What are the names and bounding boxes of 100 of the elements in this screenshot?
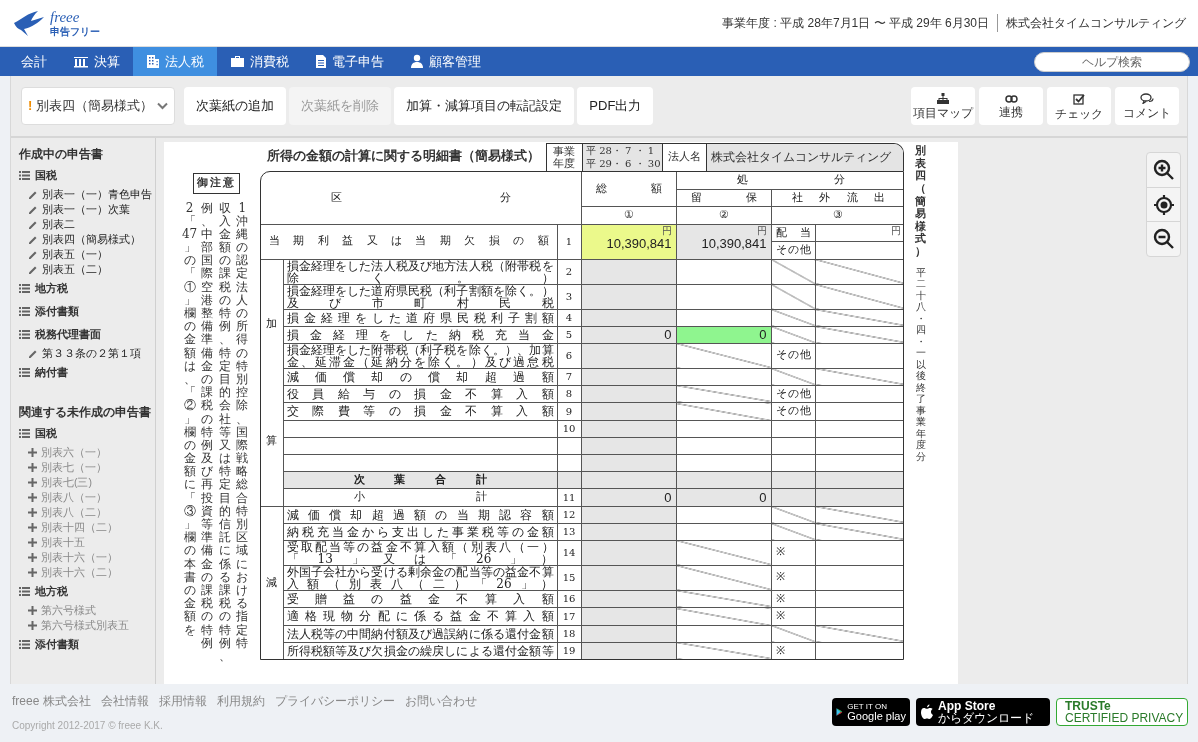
badge-text: からダウンロード bbox=[938, 712, 1034, 724]
sidebar-group[interactable]: 納付書 bbox=[19, 361, 155, 384]
table-cell: 17 bbox=[557, 607, 582, 625]
tool-button[interactable]: コメント bbox=[1115, 87, 1179, 125]
google-play-badge[interactable]: GET IT ON Google play bbox=[832, 698, 910, 726]
table-cell: 10 bbox=[557, 420, 582, 437]
table-cell: 2 bbox=[557, 259, 582, 284]
table-cell: 損金経理をした法人税及び地方法人税（附帯税を除く。） bbox=[283, 259, 557, 284]
notice-label: 御注意 bbox=[192, 173, 240, 194]
sidebar-group[interactable]: 地方税 bbox=[19, 277, 155, 300]
plus-icon bbox=[28, 508, 37, 517]
toolbar-button[interactable]: 次葉紙の追加 bbox=[184, 87, 287, 125]
group-character: 算 bbox=[266, 432, 278, 449]
table-cell: 受贈益の益金不算入額 bbox=[283, 590, 557, 608]
plus-icon bbox=[28, 493, 37, 502]
nav-tab[interactable]: 決算 bbox=[60, 47, 133, 76]
document-icon bbox=[315, 54, 327, 69]
app-store-badge[interactable]: App Store からダウンロード bbox=[916, 698, 1050, 726]
list-icon bbox=[19, 330, 30, 339]
fiscal-year: 事業年度 : 平成 28年7月1日 〜 平成 29年 6月30日 bbox=[722, 14, 998, 32]
warning-mark: ! bbox=[28, 97, 33, 116]
toolbar-button[interactable]: 加算・減算項目の転記設定 bbox=[394, 87, 575, 125]
table-cell: ※ bbox=[771, 590, 816, 608]
table-cell: 当期利益又は当期欠損の額 bbox=[261, 224, 557, 259]
truste-badge[interactable]: TRUSTe CERTIFIED PRIVACY bbox=[1056, 698, 1188, 726]
section-heading: 関連する未作成の申告書 bbox=[19, 404, 152, 421]
sidebar-group[interactable]: 添付書類 bbox=[19, 633, 155, 656]
table-cell: 総額 bbox=[581, 172, 677, 207]
nav-tab[interactable]: 電子申告 bbox=[302, 47, 397, 76]
plus-icon bbox=[28, 553, 37, 562]
plus-icon bbox=[28, 538, 37, 547]
badge-text: GET IT ON bbox=[847, 702, 888, 711]
nav-tab[interactable]: 顧客管理 bbox=[397, 47, 494, 76]
table-cell: 受取配当等の益金不算入額（別表八（一）「13」又は「26」） bbox=[283, 540, 557, 565]
table-cell: 損金経理をした道府県民税（利子割額を除く。）及び市町村民税 bbox=[283, 284, 557, 309]
search-field[interactable]: ヘルプ検索 bbox=[1034, 51, 1190, 72]
table-cell: その他 bbox=[771, 385, 816, 403]
badge-text: CERTIFIED PRIVACY bbox=[1065, 712, 1184, 724]
amount: 10,390,841 bbox=[606, 235, 672, 251]
table-cell: 外国子会社から受ける剰余金の配当等の益金不算入額（別表八（二）「26」） bbox=[283, 565, 557, 590]
form-note: 平二十八・四・一以後終了事業年度分 bbox=[915, 266, 927, 463]
table-cell: 社外流出 bbox=[771, 189, 903, 207]
zoom-in-icon bbox=[1152, 159, 1175, 181]
period-date: 平 28・ 7 ・ 1 bbox=[586, 145, 656, 156]
sidebar-group[interactable]: 地方税 bbox=[19, 580, 155, 603]
table-cell: 18 bbox=[557, 625, 582, 642]
checkbox-icon bbox=[1073, 92, 1085, 105]
person-icon bbox=[410, 54, 424, 69]
corp-name: 株式会社タイムコンサルティング bbox=[707, 144, 903, 171]
table-cell: 留保 bbox=[676, 189, 772, 207]
table-cell: ② bbox=[676, 206, 772, 224]
columns-icon bbox=[73, 55, 89, 68]
table-cell: 8 bbox=[557, 385, 582, 403]
sidebar-item[interactable]: 別表一（一）次葉 bbox=[19, 202, 155, 217]
table-cell: 損金経理をした道府県民税利子割額 bbox=[283, 309, 557, 326]
sidebar-item[interactable]: 別表二 bbox=[19, 217, 155, 232]
sidebar-item[interactable]: 第３３条の２第１項 bbox=[19, 346, 155, 361]
table-cell: 処分 bbox=[676, 172, 903, 189]
tool-button[interactable]: 項目マップ bbox=[911, 87, 975, 125]
tool-button[interactable]: チェック bbox=[1047, 87, 1111, 125]
table-cell: その他 bbox=[771, 343, 816, 368]
table-cell: 小計 bbox=[283, 488, 557, 506]
sidebar-item[interactable]: 別表五（一） bbox=[19, 247, 155, 262]
sidebar-item[interactable]: 別表四（簡易様式） bbox=[19, 232, 155, 247]
notice-text: 1 沖縄の認定法人の所得の特別控除、国際戦略総合特別区域における指定特 bbox=[235, 201, 250, 652]
group-character: 減 bbox=[266, 574, 278, 591]
table-cell: その他 bbox=[771, 241, 816, 259]
form-dropdown[interactable]: ! 別表四（簡易様式） bbox=[21, 87, 176, 125]
plus-icon bbox=[28, 523, 37, 532]
table-cell: 役員給与の損金不算入額 bbox=[283, 385, 557, 403]
sidebar-item[interactable]: 別表一（一）青色申告 bbox=[19, 187, 155, 202]
list-icon bbox=[19, 640, 30, 649]
table-cell bbox=[557, 437, 582, 454]
sidebar-group[interactable]: 国税 bbox=[19, 422, 155, 445]
sidebar-item[interactable]: 別表五（二） bbox=[19, 262, 155, 277]
unit-label: 円 bbox=[661, 224, 672, 236]
table-cell: 法人税等の中間納付額及び過誤納に係る還付金額 bbox=[283, 625, 557, 642]
notice-text: 収入金額の課税の特例、特定目的会社等又は特定目的信託に係る課税の特例、 bbox=[217, 201, 232, 664]
pencil-icon bbox=[28, 219, 38, 230]
tool-button[interactable]: 連携 bbox=[979, 87, 1043, 125]
list-icon bbox=[19, 368, 30, 377]
table-cell: 交際費等の損金不算入額 bbox=[283, 402, 557, 420]
nav-tab[interactable]: 消費税 bbox=[217, 47, 302, 76]
group-character: 加 bbox=[266, 316, 278, 332]
plus-icon bbox=[28, 606, 37, 615]
sidebar-group[interactable]: 税務代理書面 bbox=[19, 323, 155, 346]
pencil-icon bbox=[28, 264, 38, 275]
form-code: 別表四（簡易様式） bbox=[914, 145, 928, 259]
sidebar-group[interactable]: 国税 bbox=[19, 164, 155, 187]
link-icon bbox=[1004, 94, 1018, 103]
table-cell: 1 bbox=[557, 224, 582, 259]
product-name: 申告フリー bbox=[50, 26, 100, 37]
briefcase-icon bbox=[230, 55, 245, 68]
zoom-out-icon bbox=[1152, 227, 1175, 250]
speech-bubbles-icon bbox=[1140, 93, 1154, 104]
nav-tab[interactable]: 会計 bbox=[8, 47, 60, 76]
table-cell: ① bbox=[581, 206, 677, 224]
sidebar-group[interactable]: 添付書類 bbox=[19, 300, 155, 323]
table-cell: 12 bbox=[557, 506, 582, 523]
toolbar-button[interactable]: PDF出力 bbox=[577, 87, 654, 125]
